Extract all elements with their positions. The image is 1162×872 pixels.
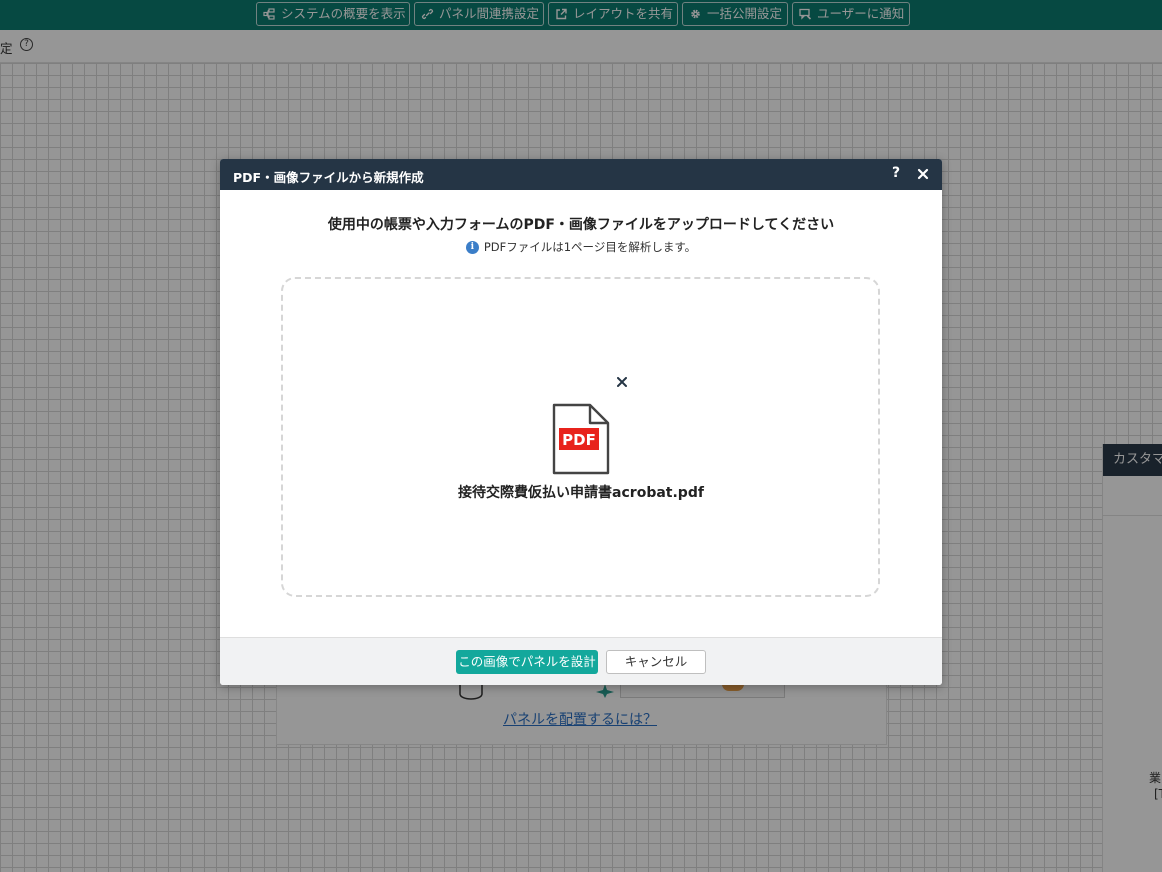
upload-note: i PDFファイルは1ページ目を解析します。 [220,239,942,255]
upload-instruction: 使用中の帳票や入力フォームのPDF・画像ファイルをアップロードしてください [327,217,835,233]
pdf-file-icon: PDF [552,403,610,475]
selected-file-name: 接待交際費仮払い申請書acrobat.pdf [458,485,704,501]
upload-note-text: PDFファイルは1ページ目を解析します。 [483,240,697,254]
cancel-button[interactable]: キャンセル [606,650,706,674]
close-icon[interactable] [917,168,929,180]
pdf-badge-text: PDF [562,431,596,449]
remove-file-icon[interactable] [617,377,627,387]
dialog-header: PDF・画像ファイルから新規作成 ? [220,159,942,190]
dialog-help-icon[interactable]: ? [892,165,900,181]
info-icon: i [465,240,479,254]
dialog-footer: この画像でパネルを設計 キャンセル [220,637,942,685]
dialog-title: PDF・画像ファイルから新規作成 [233,170,424,185]
new-from-file-dialog: PDF・画像ファイルから新規作成 ? 使用中の帳票や入力フォームのPDF・画像フ… [220,159,942,685]
design-panel-button[interactable]: この画像でパネルを設計 [456,650,598,674]
